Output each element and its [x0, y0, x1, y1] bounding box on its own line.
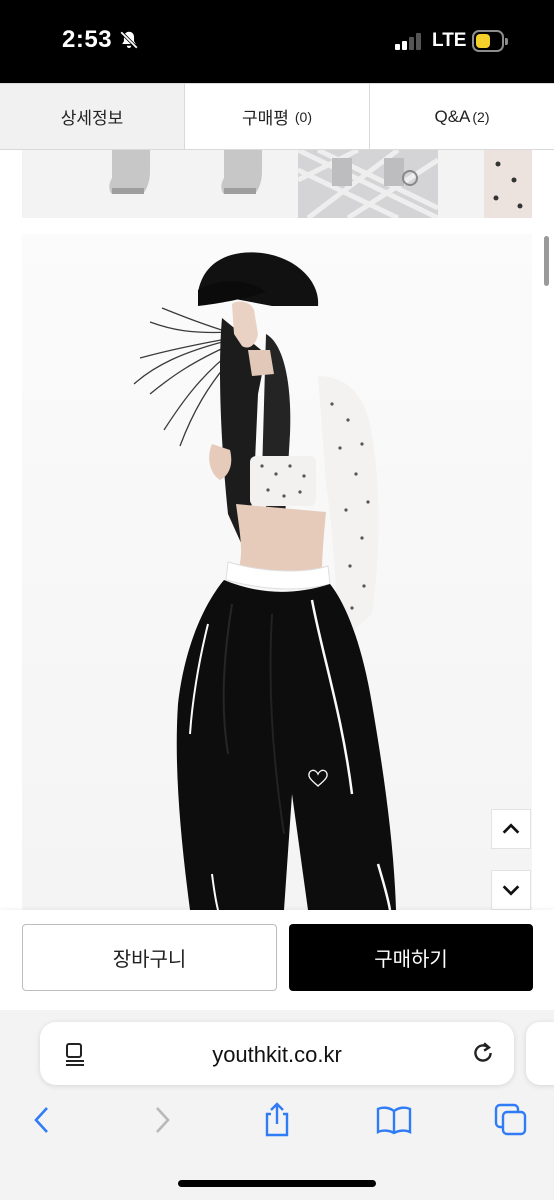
- tabs-icon: [494, 1103, 527, 1136]
- reload-icon[interactable]: [470, 1040, 496, 1066]
- tabs-button[interactable]: [491, 1100, 531, 1140]
- safari-toolbar: youthkit.co.kr: [0, 1010, 554, 1200]
- tab-reviews-label: 구매평: [241, 109, 289, 128]
- book-icon: [376, 1106, 412, 1135]
- add-to-cart-button[interactable]: 장바구니: [22, 924, 277, 991]
- scroll-indicator[interactable]: [544, 236, 549, 286]
- status-time: 2:53: [62, 26, 113, 53]
- bookmarks-button[interactable]: [374, 1100, 414, 1140]
- chevron-right-icon: [156, 1107, 170, 1133]
- share-button[interactable]: [257, 1100, 297, 1140]
- tab-qna[interactable]: Q&A (2): [370, 84, 554, 149]
- browser-nav-toolbar: [0, 1100, 554, 1140]
- related-products-image: [22, 150, 532, 218]
- product-page: 2:53 LTE 상세정보 구매평 (0) Q&A (2) 장바구니 구매하기 …: [0, 0, 554, 1200]
- cellular-signal-icon: [395, 32, 423, 50]
- back-button[interactable]: [22, 1100, 62, 1140]
- tab-reviews[interactable]: 구매평 (0): [185, 84, 370, 149]
- chevron-left-icon: [34, 1107, 48, 1133]
- status-bar: 2:53 LTE: [0, 0, 554, 83]
- scroll-up-button[interactable]: [491, 809, 531, 849]
- address-bar[interactable]: youthkit.co.kr: [40, 1022, 514, 1085]
- chevron-down-icon: [502, 885, 520, 896]
- buy-now-button[interactable]: 구매하기: [289, 924, 533, 991]
- next-tab-preview[interactable]: [526, 1022, 554, 1085]
- product-tabs: 상세정보 구매평 (0) Q&A (2): [0, 83, 554, 150]
- tab-details-label: 상세정보: [60, 109, 124, 128]
- silent-bell-icon: [120, 31, 138, 49]
- tab-qna-count: (2): [472, 108, 490, 125]
- home-indicator[interactable]: [178, 1180, 376, 1187]
- tab-qna-label: Q&A: [434, 106, 471, 126]
- chevron-up-icon: [502, 823, 520, 834]
- url-text: youthkit.co.kr: [212, 1042, 342, 1067]
- network-type: LTE: [432, 30, 467, 51]
- forward-button[interactable]: [142, 1100, 182, 1140]
- purchase-action-bar: 장바구니 구매하기: [0, 910, 554, 1010]
- product-detail-content: brand-heart-logo: [0, 150, 554, 910]
- tab-reviews-count: (0): [294, 108, 313, 125]
- product-model-photo: brand-heart-logo: [22, 234, 532, 910]
- battery-icon: [472, 30, 508, 52]
- scroll-down-button[interactable]: [491, 870, 531, 910]
- share-icon: [265, 1102, 289, 1137]
- tab-details[interactable]: 상세정보: [0, 84, 185, 149]
